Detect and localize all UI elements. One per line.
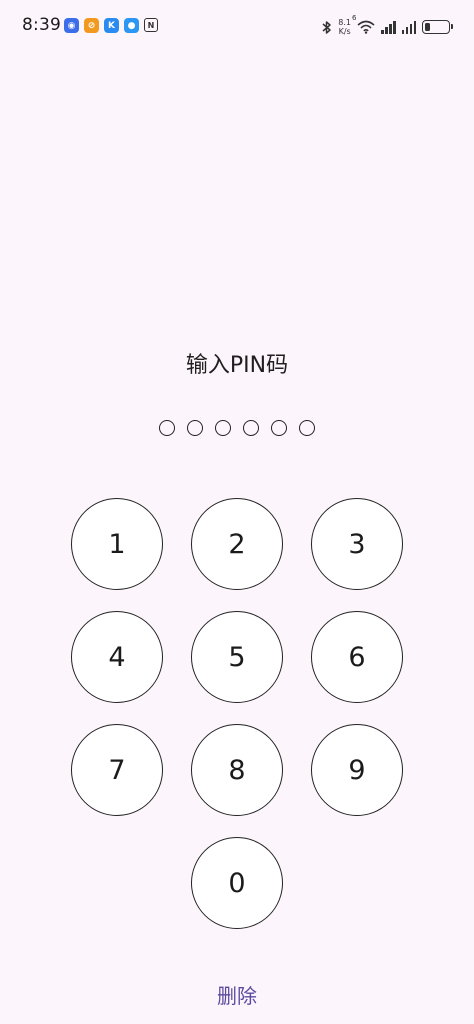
key-8[interactable]: 8 bbox=[191, 724, 283, 816]
page-title: 输入PIN码 bbox=[185, 353, 289, 378]
network-speed-unit: K/s bbox=[338, 27, 351, 36]
status-bar: 8:39 ◉ ⊘ K ● N 8.1 K/s 6 bbox=[0, 0, 474, 56]
wifi-badge: 6 bbox=[352, 14, 357, 22]
battery-level-fill bbox=[425, 23, 430, 31]
network-speed-value: 8.1 bbox=[338, 18, 351, 27]
browser-app-icon: ◉ bbox=[64, 18, 79, 33]
key-5[interactable]: 5 bbox=[191, 611, 283, 703]
wifi-indicator: 6 bbox=[352, 14, 375, 34]
pin-dot bbox=[187, 420, 203, 436]
status-indicators: 8.1 K/s 6 bbox=[322, 14, 453, 40]
pin-dot bbox=[299, 420, 315, 436]
delete-button[interactable]: 删除 bbox=[0, 980, 474, 1009]
pin-dot bbox=[271, 420, 287, 436]
key-1[interactable]: 1 bbox=[71, 498, 163, 590]
key-0[interactable]: 0 bbox=[191, 837, 283, 929]
key-3[interactable]: 3 bbox=[311, 498, 403, 590]
key-4[interactable]: 4 bbox=[71, 611, 163, 703]
pin-indicator bbox=[0, 420, 474, 436]
key-2[interactable]: 2 bbox=[191, 498, 283, 590]
battery-icon bbox=[422, 20, 453, 34]
signal-strength-1-icon bbox=[381, 20, 396, 34]
message-app-icon: ● bbox=[124, 18, 139, 33]
key-7[interactable]: 7 bbox=[71, 724, 163, 816]
key-9[interactable]: 9 bbox=[311, 724, 403, 816]
orange-app-icon: ⊘ bbox=[84, 18, 99, 33]
signal-strength-2-icon bbox=[401, 20, 416, 34]
pin-dot bbox=[243, 420, 259, 436]
status-time: 8:39 bbox=[22, 15, 61, 35]
nfc-icon: N bbox=[144, 18, 158, 32]
wifi-icon bbox=[357, 20, 375, 34]
key-6[interactable]: 6 bbox=[311, 611, 403, 703]
bluetooth-icon bbox=[322, 20, 332, 34]
blue-app-icon: K bbox=[104, 18, 119, 33]
pin-dot bbox=[215, 420, 231, 436]
pin-dot bbox=[159, 420, 175, 436]
network-speed: 8.1 K/s bbox=[338, 18, 351, 36]
notification-icons: ◉ ⊘ K ● N bbox=[64, 18, 158, 33]
